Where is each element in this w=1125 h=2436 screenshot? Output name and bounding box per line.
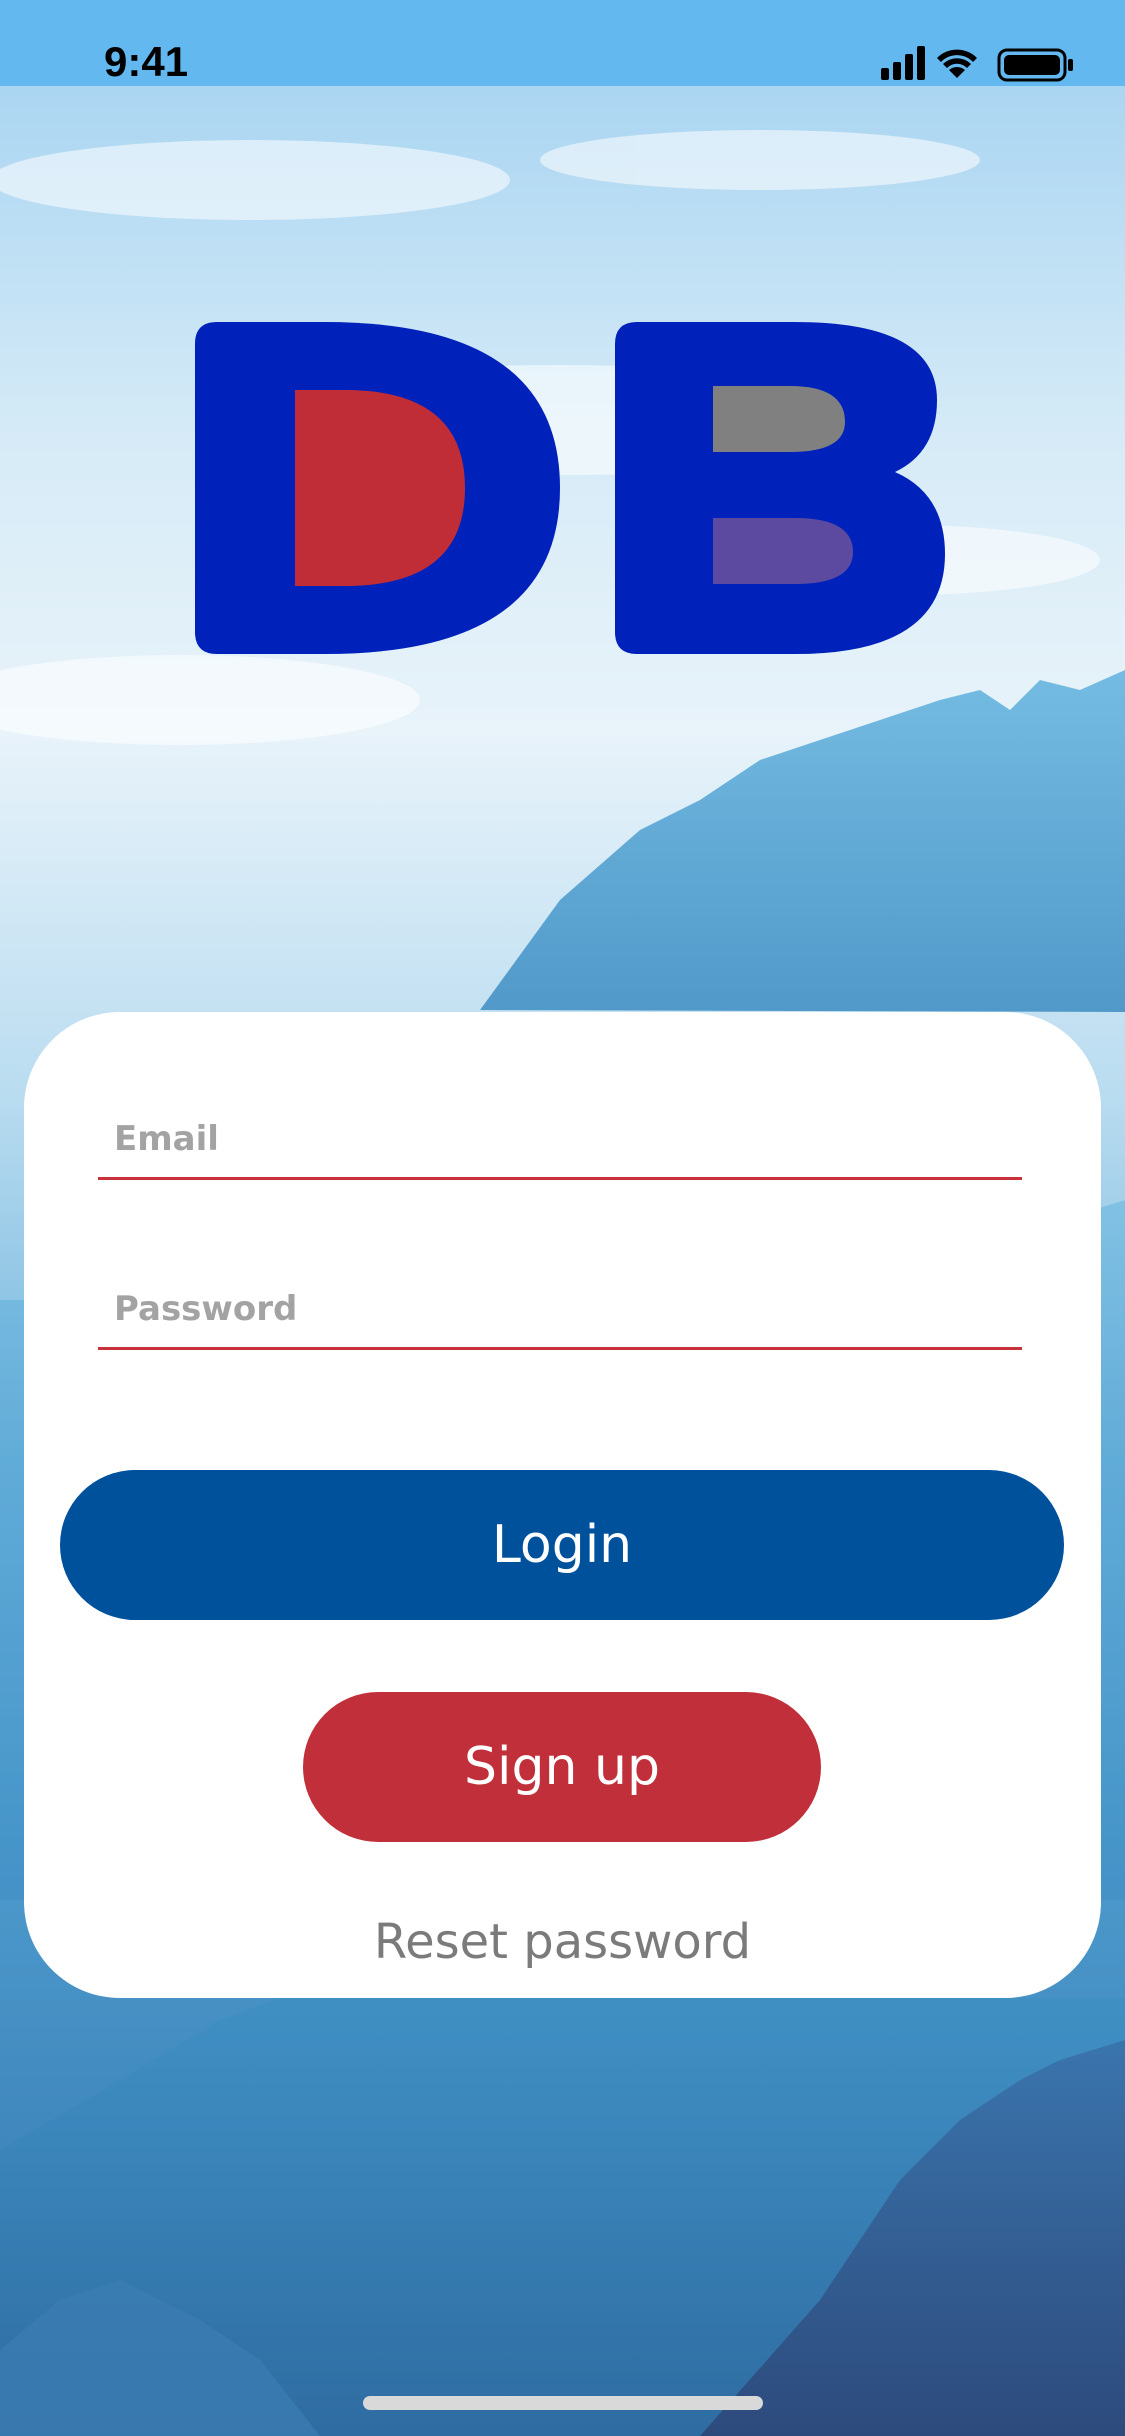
status-bar: 9:41 bbox=[0, 0, 1125, 86]
email-input[interactable] bbox=[114, 1119, 994, 1159]
login-card: Login Sign up Reset password bbox=[24, 1012, 1101, 1998]
home-indicator bbox=[363, 2396, 763, 2410]
signal-icon bbox=[881, 46, 925, 80]
logo-b-top-counter bbox=[713, 386, 845, 452]
password-input[interactable] bbox=[114, 1289, 994, 1329]
status-icons bbox=[881, 46, 1073, 82]
reset-password-link[interactable]: Reset password bbox=[24, 1914, 1101, 1970]
login-screen: 9:41 Email Login Sign up Reset password bbox=[0, 0, 1125, 2436]
login-button[interactable]: Login bbox=[60, 1470, 1064, 1620]
password-field bbox=[98, 1267, 1022, 1350]
logo-letter-b bbox=[615, 322, 945, 654]
signup-button[interactable]: Sign up bbox=[303, 1692, 821, 1842]
db-logo bbox=[195, 322, 945, 654]
battery-icon bbox=[997, 48, 1073, 82]
status-time: 9:41 bbox=[104, 38, 189, 85]
logo-d-counter bbox=[295, 390, 465, 586]
email-field bbox=[98, 1097, 1022, 1180]
logo-b-bottom-counter bbox=[713, 518, 853, 584]
wifi-icon bbox=[937, 49, 977, 78]
